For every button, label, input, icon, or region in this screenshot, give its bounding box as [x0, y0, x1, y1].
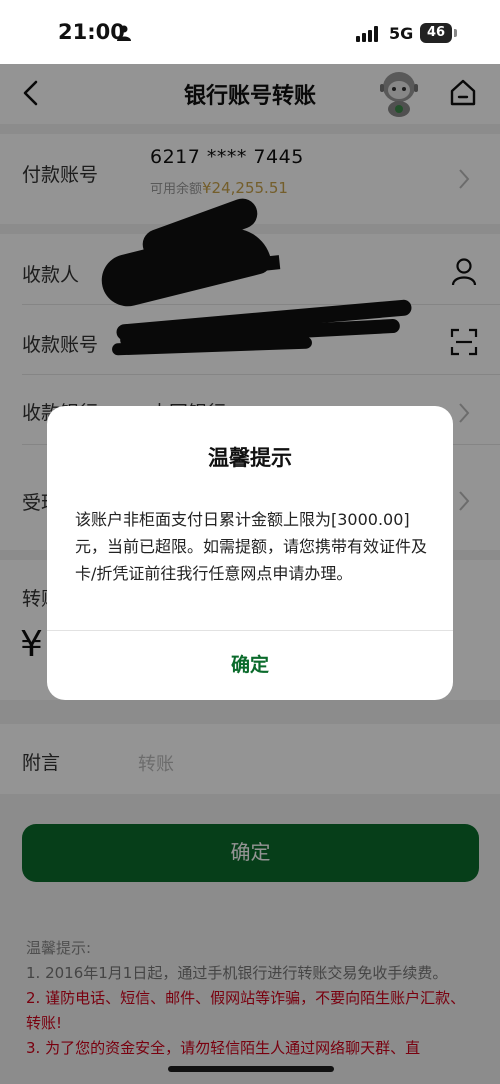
battery-tip: [454, 29, 457, 37]
dialog-ok-button[interactable]: 确定: [47, 631, 453, 700]
alert-dialog: 温馨提示 该账户非柜面支付日累计金额上限为[3000.00]元，当前已超限。如需…: [47, 406, 453, 700]
dialog-title: 温馨提示: [208, 446, 292, 470]
status-bar: 21:00 5G 46: [0, 0, 500, 64]
signal-icon: [356, 26, 378, 42]
status-time: 21:00: [58, 20, 125, 44]
home-indicator[interactable]: [168, 1066, 334, 1072]
dialog-message: 该账户非柜面支付日累计金额上限为[3000.00]元，当前已超限。如需提额，请您…: [75, 510, 428, 583]
network-type: 5G: [389, 24, 414, 43]
battery-icon: 46: [420, 23, 452, 43]
person-icon: [117, 25, 131, 41]
